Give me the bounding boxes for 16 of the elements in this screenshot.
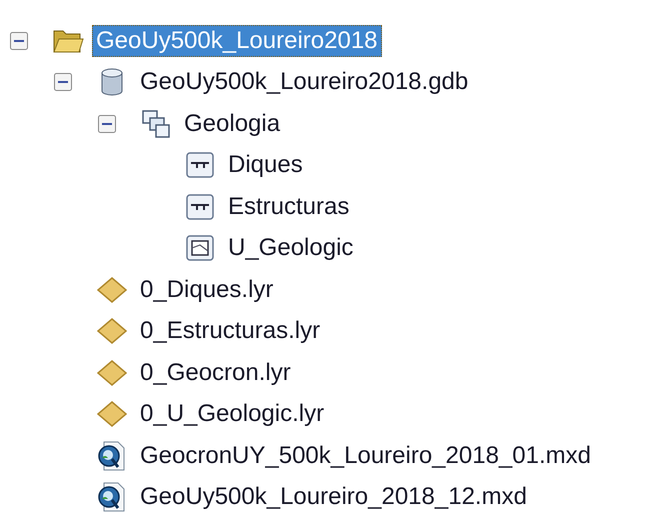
collapse-icon[interactable] [54,73,72,92]
dataset-icon [140,108,172,140]
tree-item-label[interactable]: GeocronUY_500k_Loureiro_2018_01.mxd [136,440,595,472]
collapse-icon[interactable] [10,32,28,50]
tree-item-label[interactable]: GeoUy500k_Loureiro_2018_12.mxd [136,481,531,513]
tree-item-label[interactable]: Estructuras [224,190,354,223]
tree-item-label[interactable]: 0_U_Geologic.lyr [136,398,328,430]
tree-item-label[interactable]: GeoUy500k_Loureiro2018 [92,24,382,57]
tree-item-label[interactable]: 0_Geocron.lyr [136,356,295,389]
tree-item-label[interactable]: GeoUy500k_Loureiro2018.gdb [136,66,472,98]
tree-item-label[interactable]: 0_Diques.lyr [136,274,278,306]
tree-item-label[interactable]: U_Geologic [224,232,358,264]
tree-item-label[interactable]: 0_Estructuras.lyr [136,315,324,348]
tree-item-label[interactable]: Diques [224,149,307,182]
tree-item-label[interactable]: Geologia [180,108,284,140]
collapse-icon[interactable] [98,114,116,133]
